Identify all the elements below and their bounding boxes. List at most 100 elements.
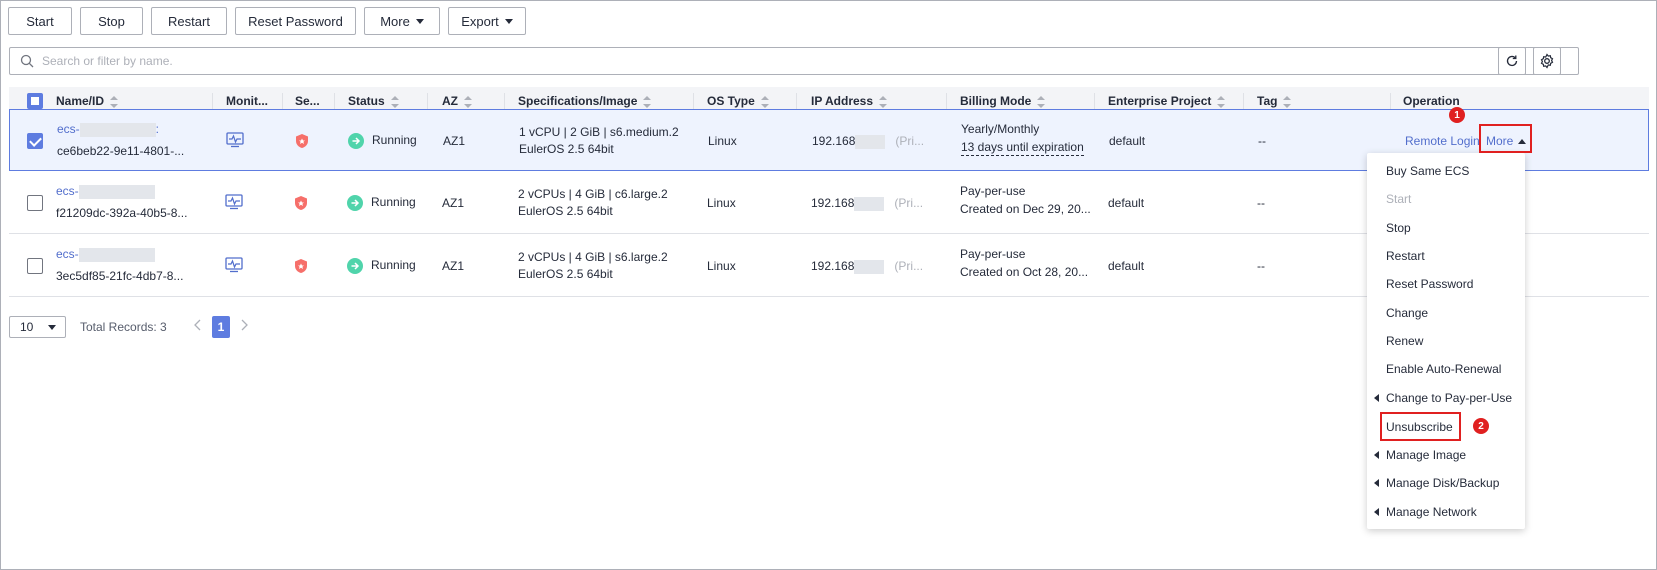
redacted-ip [854,196,885,211]
instance-name-link[interactable]: ecs- [56,247,155,262]
sort-icon [1037,95,1046,108]
status-running: Running [347,195,416,211]
redacted-name [78,247,155,262]
project-value: default [1109,134,1146,148]
sort-icon [390,95,399,108]
redacted-name [78,184,155,199]
highlight-unsubscribe-box [1380,412,1461,441]
row-checkbox[interactable] [27,133,43,149]
remote-login-link[interactable]: Remote Login [1405,134,1480,148]
monitoring-icon[interactable] [225,194,243,213]
refresh-button[interactable] [1498,47,1526,75]
spec-value: 2 vCPUs | 4 GiB | c6.large.2 [518,187,668,201]
image-value: EulerOS 2.5 64bit [518,267,613,281]
more-dropdown-menu: Buy Same ECS Start Stop Restart Reset Pa… [1367,153,1525,529]
header-divider [504,93,505,109]
billing-note: Created on Oct 28, 20... [960,265,1089,279]
ip-value: 192.168 (Pri... [812,134,925,149]
menu-item-enable-auto-renewal[interactable]: Enable Auto-Renewal [1386,362,1501,376]
menu-item-start: Start [1386,192,1412,206]
search-input[interactable]: Search or filter by name. [9,47,1579,75]
row-checkbox[interactable] [27,258,43,274]
reset-password-button[interactable]: Reset Password [235,7,356,35]
page-1-button[interactable]: 1 [212,316,230,338]
chevron-left-icon [1374,394,1379,402]
billing-note: Created on Dec 29, 20... [960,202,1091,216]
menu-item-change-to-pay-per-use[interactable]: Change to Pay-per-Use [1374,391,1512,405]
settings-button[interactable] [1533,47,1561,75]
instance-id: f21209dc-392a-40b5-8... [56,206,188,220]
security-shield-icon[interactable] [295,133,309,152]
instance-name-link[interactable]: ecs- [56,184,155,199]
ip-value: 192.168 (Pri... [811,196,924,211]
menu-item-manage-network[interactable]: Manage Network [1374,505,1477,519]
sort-icon [110,95,119,108]
chevron-down-icon [48,325,56,330]
header-divider [1243,93,1244,109]
header-divider [1094,93,1095,109]
more-button[interactable]: More [364,7,440,35]
monitoring-icon[interactable] [226,132,244,151]
instance-name-link[interactable]: ecs-: [57,122,159,137]
sort-icon [643,95,652,108]
menu-item-restart[interactable]: Restart [1386,249,1425,263]
image-value: EulerOS 2.5 64bit [518,204,613,218]
select-all-checkbox[interactable] [27,93,43,109]
redacted-ip [855,134,886,149]
callout-badge-2: 2 [1473,418,1489,434]
highlight-more-box [1479,124,1532,153]
stop-button[interactable]: Stop [80,7,143,35]
billing-mode: Pay-per-use [960,247,1026,261]
next-page-button[interactable] [239,318,249,335]
prev-page-button[interactable] [193,318,203,335]
spec-value: 1 vCPU | 2 GiB | s6.medium.2 [519,125,679,139]
security-shield-icon[interactable] [294,195,308,214]
restart-button[interactable]: Restart [151,7,227,35]
menu-item-manage-disk-backup[interactable]: Manage Disk/Backup [1374,476,1499,490]
security-shield-icon[interactable] [294,258,308,277]
header-divider [334,93,335,109]
image-value: EulerOS 2.5 64bit [519,142,614,156]
total-records: Total Records: 3 [80,320,167,334]
row-checkbox[interactable] [27,195,43,211]
callout-badge-1: 1 [1449,107,1465,123]
sort-icon [879,95,888,108]
ip-value: 192.168 (Pri... [811,259,924,274]
chevron-left-icon [1374,508,1379,516]
menu-item-buy-same-ecs[interactable]: Buy Same ECS [1386,164,1469,178]
header-divider [796,93,797,109]
gear-icon [1540,53,1554,69]
page-size-select[interactable]: 10 [9,316,66,338]
instance-id: 3ec5df85-21fc-4db7-8... [56,269,184,283]
menu-item-reset-password[interactable]: Reset Password [1386,277,1473,291]
ecs-list-panel: Start Stop Restart Reset Password More E… [0,0,1657,570]
header-divider [946,93,947,109]
redacted-name [79,122,156,137]
os-value: Linux [707,259,736,273]
status-running: Running [347,258,416,274]
menu-item-renew[interactable]: Renew [1386,334,1423,348]
sort-icon [760,95,769,108]
sort-icon [464,95,472,108]
os-value: Linux [707,196,736,210]
monitoring-icon[interactable] [225,257,243,276]
start-button[interactable]: Start [8,7,72,35]
expiration-note[interactable]: 13 days until expiration [961,140,1084,156]
chevron-down-icon [504,18,513,24]
billing-mode: Yearly/Monthly [961,122,1040,136]
search-placeholder: Search or filter by name. [42,54,173,68]
running-arrow-icon [347,258,363,274]
header-divider [212,93,213,109]
header-divider [1390,93,1391,109]
tag-value: -- [1257,196,1265,210]
az-value: AZ1 [443,134,466,148]
menu-item-stop[interactable]: Stop [1386,221,1411,235]
chevron-right-icon [241,319,248,331]
menu-item-change[interactable]: Change [1386,306,1428,320]
spec-value: 2 vCPUs | 4 GiB | s6.large.2 [518,250,668,264]
project-value: default [1108,196,1145,210]
menu-item-manage-image[interactable]: Manage Image [1374,448,1466,462]
az-value: AZ1 [442,196,465,210]
export-button[interactable]: Export [448,7,526,35]
redacted-ip [854,259,885,274]
